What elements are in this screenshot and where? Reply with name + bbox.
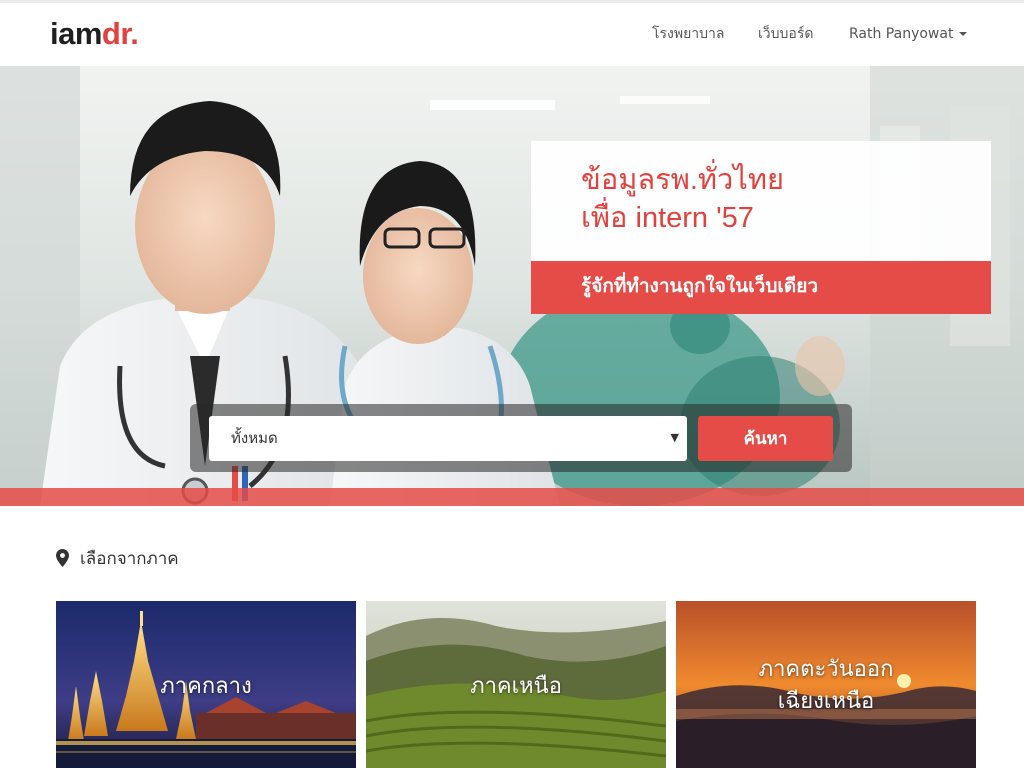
user-menu-dropdown[interactable]: Rath Panyowat (849, 23, 968, 45)
hero-bottom-band (0, 488, 1024, 506)
navbar: iamdr. โรงพยาบาล เว็บบอร์ด Rath Panyowat (0, 3, 1024, 66)
region-card-label-line2: เฉียงเหนือ (777, 688, 875, 713)
nav-hospital-link[interactable]: โรงพยาบาล (652, 23, 725, 45)
user-name: Rath Panyowat (849, 26, 954, 42)
region-select[interactable]: ทั้งหมด ▼ (209, 416, 687, 461)
region-card-central[interactable]: ภาคกลาง (56, 601, 356, 768)
hero-banner: ข้อมูลรพ.ทั่วไทย เพื่อ intern '57 รู้จัก… (0, 66, 1024, 506)
hero-subheadline: รู้จักที่ทำงานถูกใจในเว็บเดียว (581, 276, 819, 297)
nav-webboard-link[interactable]: เว็บบอร์ด (758, 23, 813, 45)
caret-down-icon (959, 32, 968, 36)
region-select-value: ทั้งหมด (231, 429, 278, 447)
site-logo[interactable]: iamdr. (50, 14, 139, 54)
logo-text-dr: dr. (101, 16, 139, 51)
sunset-mountain-image (676, 601, 976, 768)
map-marker-icon (56, 549, 69, 567)
hero-headline-box: ข้อมูลรพ.ทั่วไทย เพื่อ intern '57 (531, 141, 991, 261)
search-button[interactable]: ค้นหา (698, 416, 833, 461)
hero-headline-line1: ข้อมูลรพ.ทั่วไทย (581, 164, 784, 196)
region-card-label-line1: ภาคตะวันออก (758, 656, 894, 681)
search-panel: ทั้งหมด ▼ ค้นหา (190, 404, 852, 472)
hero-headline-line2: เพื่อ intern '57 (581, 202, 754, 234)
logo-text-iam: iam (50, 16, 102, 51)
select-arrow-icon: ▼ (670, 431, 679, 444)
region-section-title: เลือกจากภาค (80, 549, 179, 569)
region-card-north[interactable]: ภาคเหนือ (366, 601, 666, 768)
region-card-label: ภาคกลาง (160, 673, 252, 698)
region-card-northeast[interactable]: ภาคตะวันออก เฉียงเหนือ (676, 601, 976, 768)
hero-subheadline-box: รู้จักที่ทำงานถูกใจในเว็บเดียว (531, 261, 991, 314)
region-card-label: ภาคเหนือ (470, 673, 562, 698)
